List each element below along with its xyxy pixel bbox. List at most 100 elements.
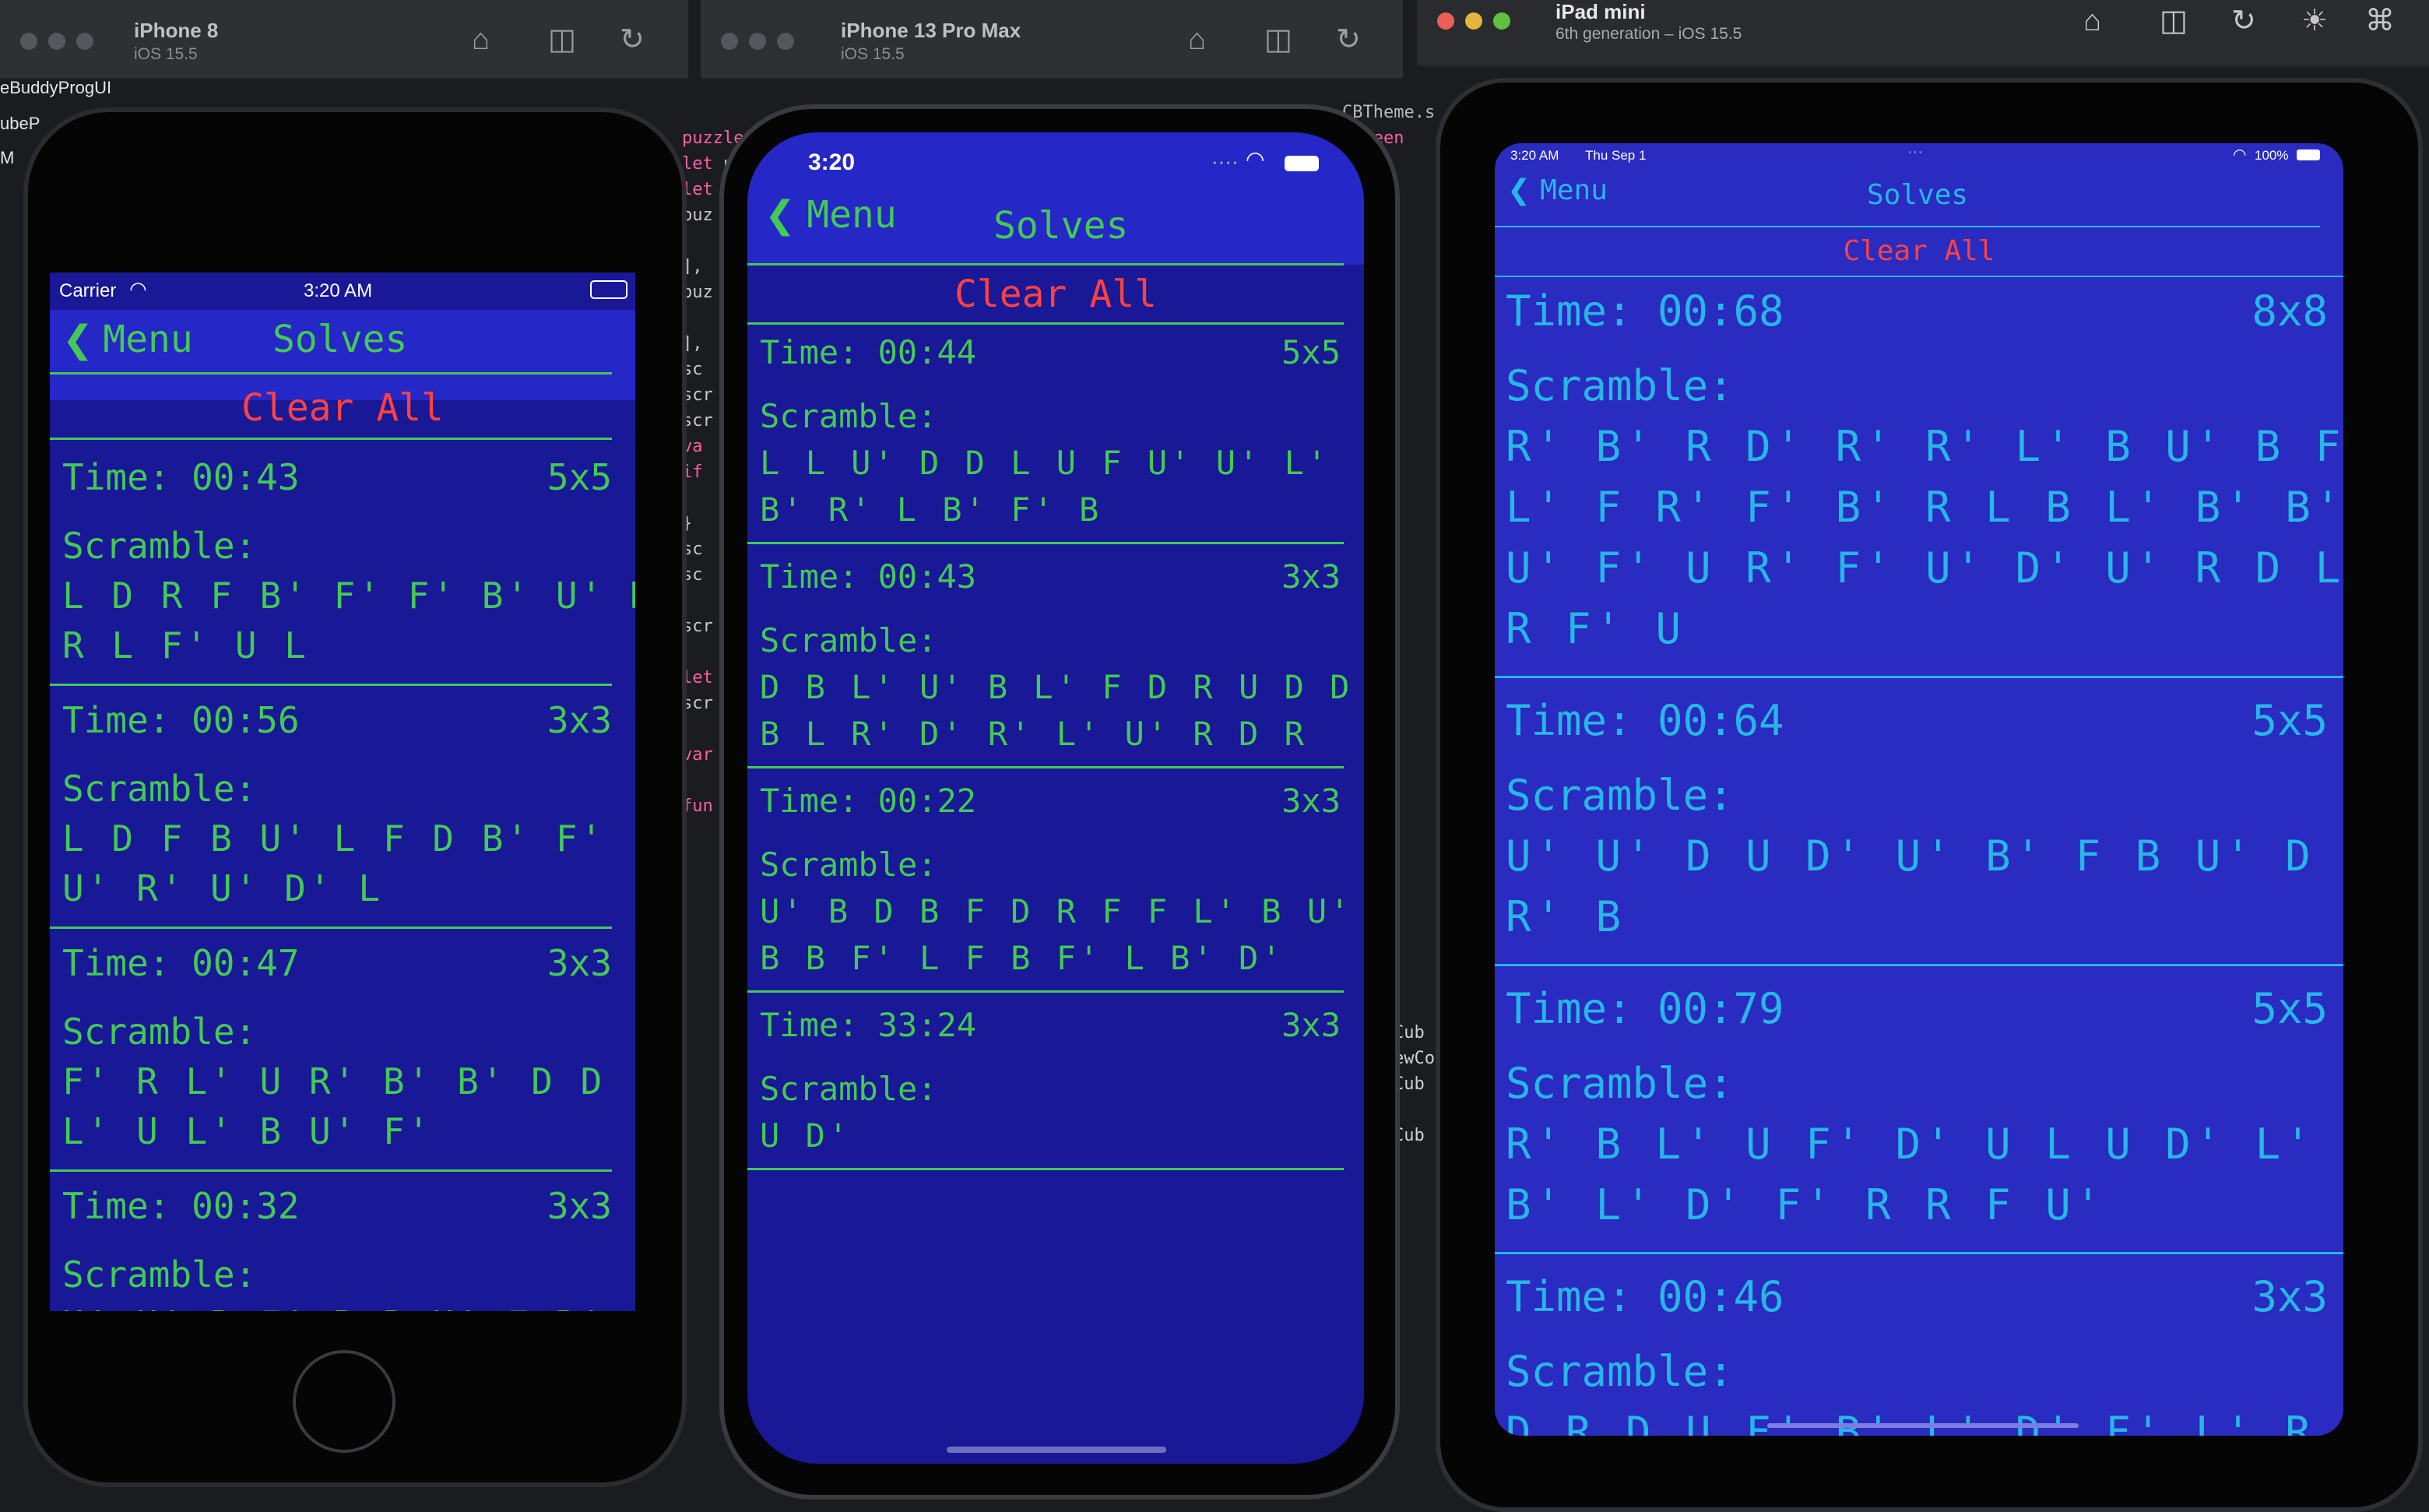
scramble-label: Scramble: — [62, 1011, 257, 1053]
scramble-moves: U' U' D U D' U' B' F B U' D U — [1506, 832, 2343, 881]
page-title: Solves — [272, 318, 408, 361]
home-icon[interactable]: ⌂ — [2083, 6, 2101, 36]
scramble-moves: R' B — [1506, 892, 1626, 941]
time-label: Time: — [62, 1185, 170, 1227]
puzzle-size: 3x3 — [547, 1185, 612, 1227]
time-label: Time: — [62, 456, 170, 498]
scramble-moves: U D' — [760, 1116, 852, 1155]
time-value: 00:46 — [1657, 1272, 1784, 1321]
scramble-label: Scramble: — [1506, 1059, 1734, 1108]
simulator-os: iOS 15.5 — [134, 45, 198, 63]
divider — [1495, 676, 2343, 678]
time-value: 00:32 — [192, 1185, 300, 1227]
window-controls[interactable] — [721, 33, 794, 50]
time-label: Time: — [1506, 696, 1633, 745]
divider — [1495, 964, 2343, 966]
appearance-icon[interactable]: ☀ — [2301, 6, 2328, 36]
scramble-moves: F' R L' U R' B' B' D D — [62, 1060, 606, 1102]
carrier-label: Carrier — [59, 280, 117, 301]
home-indicator[interactable] — [947, 1447, 1166, 1453]
battery-icon — [590, 280, 627, 299]
divider — [747, 542, 1344, 544]
time-label: Time: — [1506, 1272, 1633, 1321]
back-label: Menu — [807, 193, 897, 237]
solve-time: Time: 33:24 — [760, 1006, 976, 1044]
iphone8-screen: Carrier ◠ 3:20 AM ❮ Menu Solves Clear Al… — [50, 273, 635, 1311]
screenshot-icon[interactable]: ◫ — [2160, 6, 2188, 36]
scramble-moves: B B F' L F B F' L B' D' — [760, 939, 1285, 977]
puzzle-size: 3x3 — [547, 699, 612, 741]
divider — [1495, 1252, 2343, 1254]
scramble-moves: D B L' U' B L' F D R U D D — [760, 668, 1353, 706]
chevron-left-icon: ❮ — [1507, 174, 1531, 206]
keyboard-icon[interactable]: ⌘ — [2365, 6, 2395, 36]
window-controls[interactable] — [1437, 12, 1510, 30]
scramble-label: Scramble: — [1506, 1347, 1734, 1396]
scramble-moves: U' F' U R' F' U' D' U' R D L' — [1506, 543, 2343, 592]
back-label: Menu — [103, 318, 193, 361]
divider — [50, 372, 612, 374]
time-value: 00:44 — [877, 333, 977, 371]
multitask-icon[interactable]: ··· — [1907, 143, 1923, 161]
iphone13-sim-titlebar: iPhone 13 Pro Max iOS 15.5 ⌂ ◫ ↻ — [701, 0, 1403, 79]
time-value: 00:68 — [1657, 287, 1784, 336]
scramble-moves: U' B D B F D R F F L' B U' — [760, 892, 1353, 930]
scramble-moves: U' R' U' D' L — [62, 867, 384, 909]
solve-time: Time: 00:79 — [1506, 984, 1784, 1033]
time-value: 00:64 — [1657, 696, 1784, 745]
time-label: Time: — [760, 1006, 859, 1044]
scramble-moves: L' U L' B U' F' — [62, 1110, 433, 1152]
back-button[interactable]: ❮ Menu — [765, 193, 897, 237]
home-icon[interactable]: ⌂ — [472, 25, 490, 55]
divider — [747, 990, 1344, 993]
scramble-label: Scramble: — [1506, 361, 1734, 410]
home-icon[interactable]: ⌂ — [1188, 25, 1206, 55]
divider — [50, 684, 612, 686]
time-label: Time: — [1506, 287, 1633, 336]
clear-all-button[interactable]: Clear All — [1495, 235, 2343, 267]
time-label: Time: — [760, 333, 859, 371]
clear-all-button[interactable]: Clear All — [747, 273, 1364, 316]
scramble-moves: R' B L' U F' D' U L U D' L' D — [1506, 1120, 2343, 1169]
ipad-screen: 3:20 AM Thu Sep 1 ··· ◠ 100% ❮ Menu Solv… — [1495, 143, 2343, 1436]
puzzle-size: 8x8 — [2251, 287, 2328, 336]
home-button[interactable] — [293, 1350, 395, 1453]
wifi-icon: ◠ — [1246, 147, 1265, 171]
rotate-icon[interactable]: ↻ — [1336, 25, 1361, 55]
back-button[interactable]: ❮ Menu — [62, 308, 193, 371]
back-button[interactable]: ❮ Menu — [1507, 174, 1608, 206]
puzzle-size: 5x5 — [547, 456, 612, 498]
scramble-moves: L L U' D D L U F U' U' L' — [760, 444, 1331, 482]
navigator-item[interactable]: M — [0, 148, 14, 168]
divider — [747, 322, 1344, 325]
time-label: Time: — [760, 782, 859, 820]
rotate-icon[interactable]: ↻ — [620, 25, 645, 55]
iphone8-sim-titlebar: iPhone 8 iOS 15.5 ⌂ ◫ ↻ — [0, 0, 688, 79]
home-indicator[interactable] — [1767, 1423, 2079, 1428]
ipad-sim-titlebar: iPad mini 6th generation – iOS 15.5 ⌂ ◫ … — [1417, 0, 2429, 67]
time-label: Time: — [760, 557, 859, 596]
back-label: Menu — [1540, 174, 1608, 206]
navigator-item[interactable]: eBuddyProgUI — [0, 78, 111, 98]
scramble-moves: R' B' R D' R' R' L' B U' B F' — [1506, 422, 2343, 471]
scramble-moves: U' U' R F' R R U' F R' — [62, 1303, 605, 1311]
clear-all-button[interactable]: Clear All — [50, 386, 635, 430]
navigator-item[interactable]: ubeP — [0, 114, 40, 134]
status-time: 3:20 AM — [304, 280, 373, 301]
scramble-moves: B L R' D' R' L' U' R D R — [760, 715, 1307, 753]
puzzle-size: 5x5 — [2251, 984, 2328, 1033]
iphone13-screen: 3:20 ···· ◠ ❮ Menu Solves Clear All Time… — [747, 132, 1364, 1464]
simulator-name: iPhone 13 Pro Max — [841, 19, 1021, 42]
window-controls[interactable] — [20, 33, 93, 50]
solve-time: Time: 00:22 — [760, 782, 976, 820]
rotate-icon[interactable]: ↻ — [2231, 6, 2256, 36]
solve-time: Time: 00:68 — [1506, 287, 1784, 336]
scramble-moves: L D F B U' L F D B' F' — [62, 818, 606, 860]
status-bar: 3:20 AM Thu Sep 1 ··· ◠ 100% — [1495, 143, 2343, 167]
puzzle-size: 3x3 — [1281, 1006, 1341, 1044]
screenshot-icon[interactable]: ◫ — [1264, 25, 1292, 55]
simulator-name: iPhone 8 — [134, 19, 219, 42]
screenshot-icon[interactable]: ◫ — [548, 25, 576, 55]
divider — [1495, 226, 2320, 227]
scramble-label: Scramble: — [62, 1254, 257, 1296]
